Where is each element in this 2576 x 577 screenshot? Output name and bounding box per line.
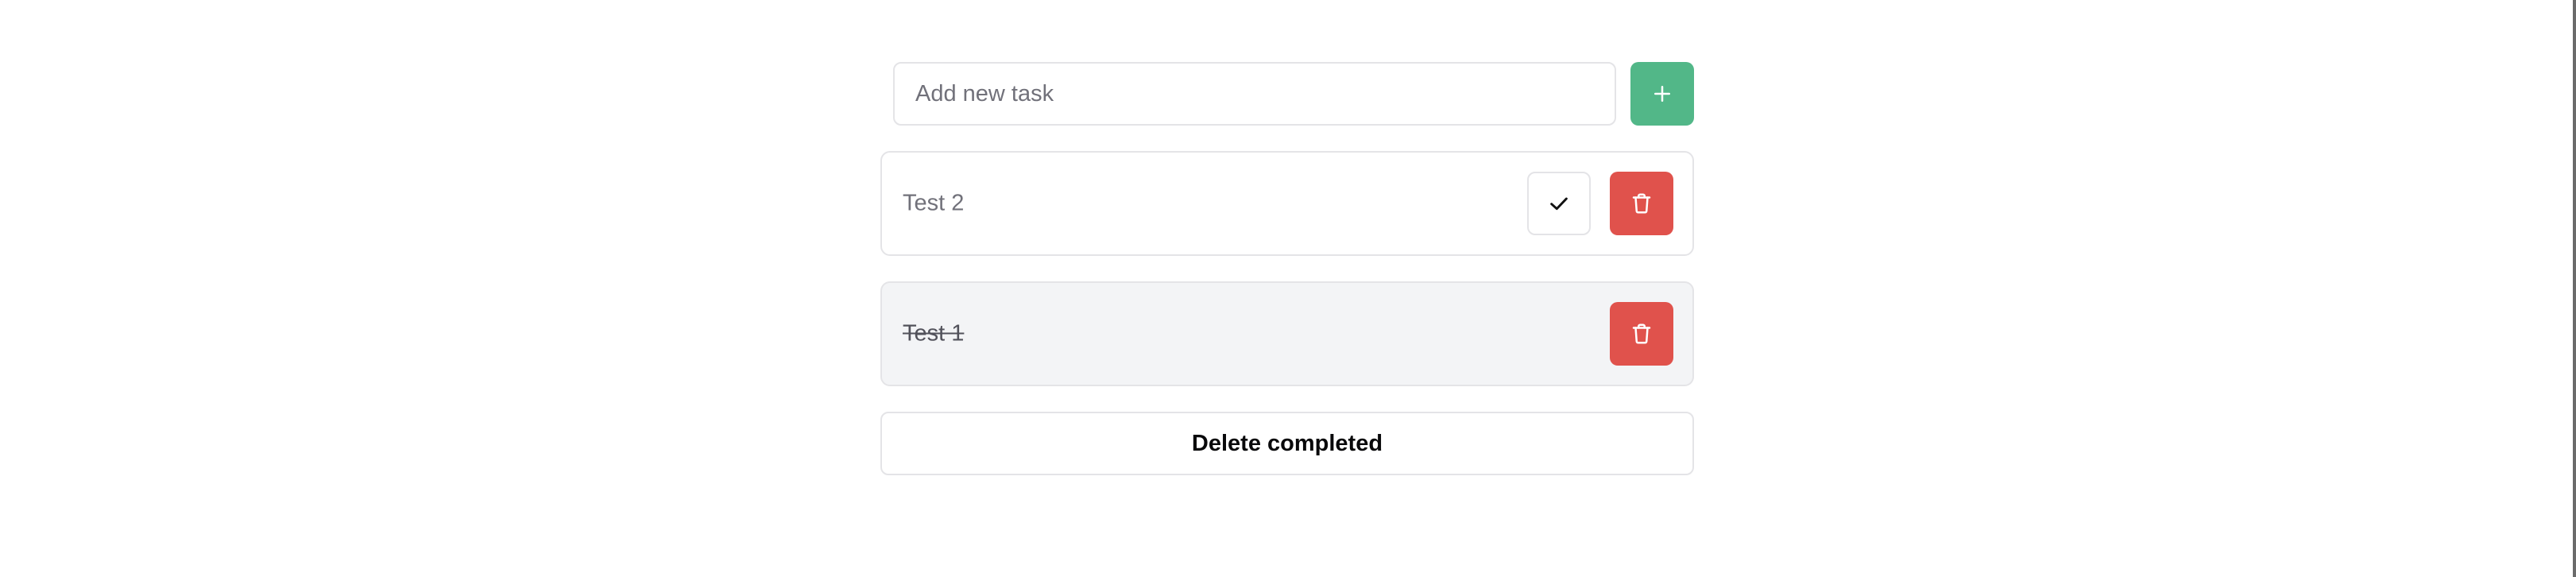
task-item-completed: Test 1 [880,281,1694,386]
add-task-row [893,60,1694,126]
todo-app: Test 2 Test 1 [880,60,1694,475]
complete-task-button[interactable] [1527,172,1591,235]
add-task-button[interactable] [1630,62,1694,126]
window-edge [2573,0,2576,577]
task-label: Test 1 [903,320,965,347]
task-label: Test 2 [903,190,965,216]
trash-icon [1630,322,1654,346]
delete-task-button[interactable] [1610,302,1673,366]
delete-task-button[interactable] [1610,172,1673,235]
task-item: Test 2 [880,151,1694,256]
trash-icon [1630,192,1654,215]
new-task-input[interactable] [893,62,1616,126]
delete-completed-button[interactable]: Delete completed [880,412,1694,475]
check-icon [1546,191,1572,216]
plus-icon [1650,82,1674,106]
